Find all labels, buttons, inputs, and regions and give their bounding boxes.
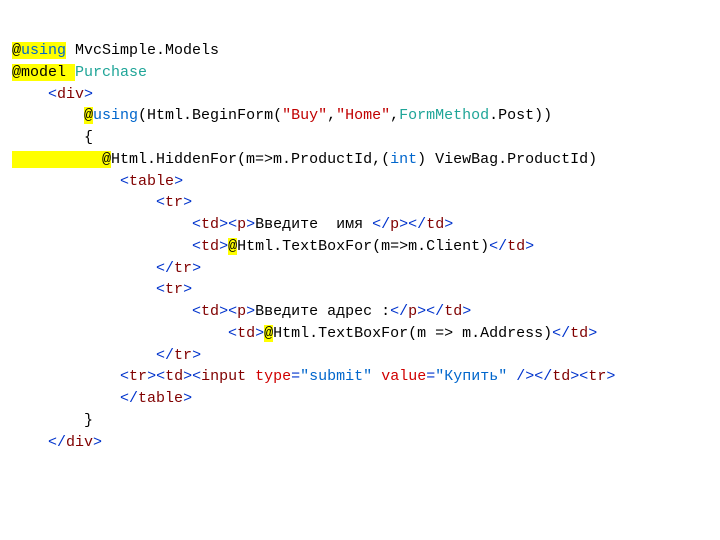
code-block: @using MvcSimple.Models @model Purchase … [0, 0, 720, 453]
code-line-9: <td><p>Введите имя </p></td> [12, 216, 453, 233]
code-line-4: @using(Html.BeginForm("Buy","Home",FormM… [12, 107, 552, 124]
code-line-5: { [12, 129, 93, 146]
code-line-8: <tr> [12, 194, 192, 211]
code-line-17: </table> [12, 390, 192, 407]
code-line-2: @model Purchase [12, 64, 147, 81]
code-line-10: <td>@Html.TextBoxFor(m=>m.Client)</td> [12, 238, 534, 255]
code-line-7: <table> [12, 173, 183, 190]
code-line-15: </tr> [12, 347, 201, 364]
code-line-18: } [12, 412, 93, 429]
code-line-6: @Html.HiddenFor(m=>m.ProductId,(int) Vie… [12, 151, 597, 168]
code-line-16: <tr><td><input type="submit" value="Купи… [12, 368, 615, 385]
code-line-3: <div> [12, 86, 93, 103]
code-line-1: @using MvcSimple.Models [12, 42, 219, 59]
code-line-13: <td><p>Введите адрес :</p></td> [12, 303, 471, 320]
code-line-12: <tr> [12, 281, 192, 298]
code-line-14: <td>@Html.TextBoxFor(m => m.Address)</td… [12, 325, 597, 342]
code-line-11: </tr> [12, 260, 201, 277]
code-line-19: </div> [12, 434, 102, 451]
